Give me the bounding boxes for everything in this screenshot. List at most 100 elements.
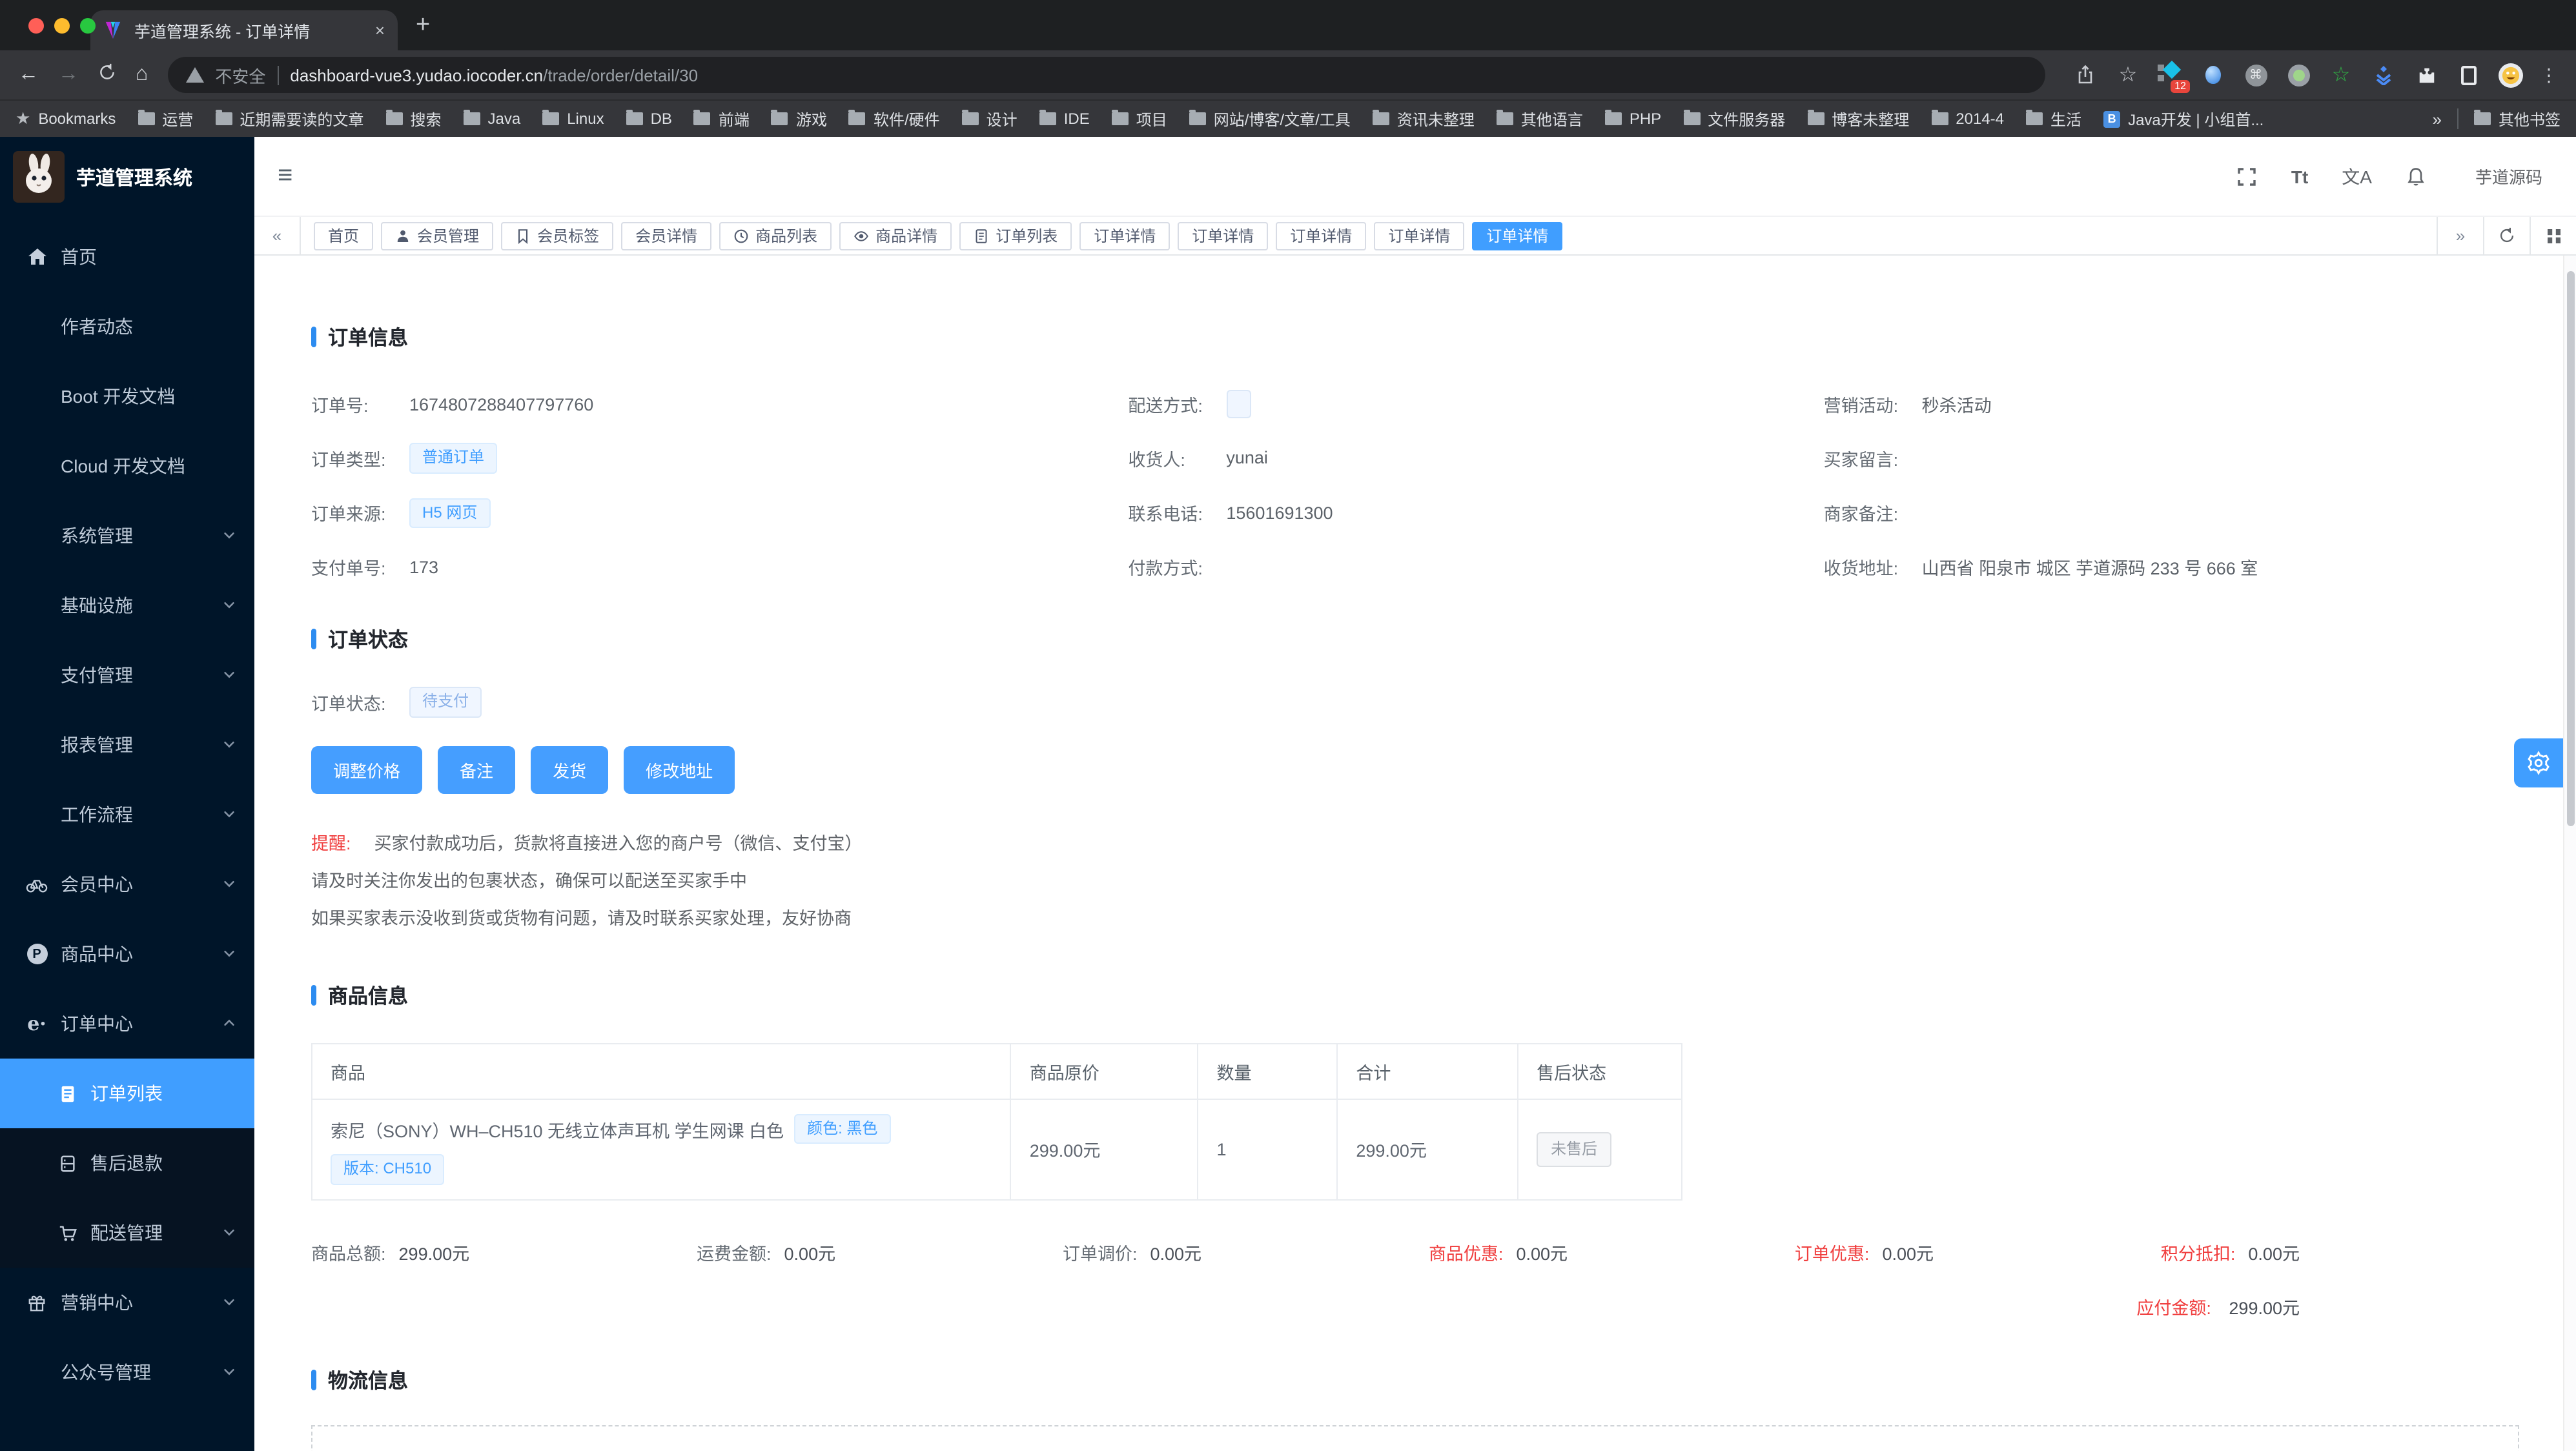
total-freight: 运费金额: 0.00元: [697, 1239, 835, 1265]
browser-menu-icon[interactable]: ⋮: [2540, 64, 2558, 86]
field-receiver: 收货人: yunai: [1128, 443, 1823, 473]
browser-tab[interactable]: 芋道管理系统 - 订单详情 ×: [90, 10, 398, 50]
page-tab-order-detail-4[interactable]: 订单详情: [1374, 221, 1465, 250]
sidebar-group-member-center[interactable]: 会员中心: [0, 849, 254, 919]
bell-icon[interactable]: [2406, 166, 2426, 187]
balloon-extension-icon[interactable]: [2200, 62, 2226, 88]
command-extension-icon[interactable]: ⌘: [2243, 62, 2269, 88]
new-tab-button[interactable]: +: [416, 11, 430, 39]
home-button[interactable]: ⌂: [136, 63, 148, 86]
page-tab-product-detail[interactable]: 商品详情: [839, 221, 952, 250]
forward-button[interactable]: →: [58, 63, 79, 86]
font-size-icon[interactable]: Tt: [2291, 166, 2308, 187]
folder-icon: [542, 110, 560, 125]
page-tab-order-detail-active[interactable]: 订单详情: [1472, 221, 1563, 250]
bookmark-folder[interactable]: Linux: [542, 110, 604, 128]
other-bookmarks-folder[interactable]: 其他书签: [2473, 108, 2561, 130]
bookmark-java[interactable]: B Java开发 | 小组首...: [2103, 108, 2264, 130]
sidebar-group-official-account[interactable]: 公众号管理: [0, 1337, 254, 1407]
tabs-scroll-left-icon[interactable]: «: [254, 217, 301, 254]
record-extension-icon[interactable]: [2285, 62, 2311, 88]
language-icon[interactable]: 文A: [2342, 163, 2372, 189]
ship-button[interactable]: 发货: [531, 746, 609, 794]
bookmark-folder[interactable]: 生活: [2026, 108, 2081, 130]
bookmark-folder[interactable]: 软件/硬件: [848, 108, 940, 130]
sidebar-item-aftersale-refund[interactable]: 售后退款: [0, 1128, 254, 1198]
chevrons-extension-icon[interactable]: [2371, 62, 2397, 88]
sidebar-group-product-center[interactable]: P 商品中心: [0, 919, 254, 989]
bookmarks-overflow-icon[interactable]: »: [2433, 109, 2442, 128]
content-scrollbar[interactable]: [2563, 256, 2576, 1451]
bookmark-folder[interactable]: IDE: [1039, 110, 1090, 128]
scrollbar-thumb[interactable]: [2566, 271, 2574, 826]
bookmark-folder[interactable]: Java: [463, 110, 520, 128]
bookmark-folder[interactable]: 其他语言: [1496, 108, 1583, 130]
security-label[interactable]: 不安全: [215, 63, 265, 87]
bookmark-folder[interactable]: DB: [626, 110, 672, 128]
page-tab-home[interactable]: 首页: [314, 221, 374, 250]
window-extension-icon[interactable]: [2456, 62, 2482, 88]
bookmarks-root[interactable]: ★ Bookmarks: [15, 108, 116, 129]
fullscreen-icon[interactable]: [2237, 166, 2258, 187]
bookmark-label: 博客未整理: [1832, 110, 1910, 128]
tab-close-icon[interactable]: ×: [375, 21, 385, 40]
bookmark-folder[interactable]: PHP: [1604, 110, 1661, 128]
extensions-puzzle-icon[interactable]: [2413, 62, 2439, 88]
reload-button[interactable]: [98, 63, 116, 87]
page-tab-member-tags[interactable]: 会员标签: [501, 221, 614, 250]
bookmark-folder[interactable]: 项目: [1111, 108, 1167, 130]
bookmark-folder[interactable]: 设计: [961, 108, 1017, 130]
sidebar-item-cloud-docs[interactable]: Cloud 开发文档: [0, 431, 254, 501]
user-menu[interactable]: 芋道源码: [2475, 164, 2542, 188]
page-tab-member-detail[interactable]: 会员详情: [621, 221, 712, 250]
bookmark-folder[interactable]: 资讯未整理: [1372, 108, 1475, 130]
zoom-window-button[interactable]: [80, 18, 96, 34]
remark-button[interactable]: 备注: [438, 746, 516, 794]
page-tab-order-detail-3[interactable]: 订单详情: [1276, 221, 1367, 250]
extension-diamond-icon[interactable]: 12: [2158, 60, 2190, 93]
url-text[interactable]: dashboard-vue3.yudao.iocoder.cn/trade/or…: [290, 65, 698, 85]
hamburger-icon[interactable]: ≡: [278, 161, 292, 191]
minimize-window-button[interactable]: [54, 18, 70, 34]
settings-gear-button[interactable]: [2514, 738, 2563, 787]
page-tab-member-mgmt[interactable]: 会员管理: [381, 221, 494, 250]
browser-profile-avatar[interactable]: [2499, 63, 2523, 87]
tabs-refresh-icon[interactable]: [2483, 217, 2530, 254]
edit-address-button[interactable]: 修改地址: [624, 746, 735, 794]
page-tab-order-detail-1[interactable]: 订单详情: [1079, 221, 1170, 250]
sidebar-group-infra[interactable]: 基础设施: [0, 571, 254, 640]
app-logo[interactable]: 芋道管理系统: [0, 137, 254, 217]
sidebar-group-system[interactable]: 系统管理: [0, 501, 254, 571]
bookmark-folder[interactable]: 搜索: [385, 108, 441, 130]
address-bar[interactable]: 不安全 dashboard-vue3.yudao.iocoder.cn/trad…: [167, 57, 2045, 93]
share-icon[interactable]: [2072, 62, 2098, 88]
bookmark-folder[interactable]: 文件服务器: [1683, 108, 1785, 130]
close-window-button[interactable]: [28, 18, 44, 34]
sidebar-group-order-center[interactable]: e· 订单中心: [0, 989, 254, 1059]
page-tab-order-list[interactable]: 订单列表: [959, 221, 1072, 250]
star-extension-icon[interactable]: ☆: [2328, 62, 2354, 88]
sidebar-item-author-news[interactable]: 作者动态: [0, 292, 254, 361]
sidebar-item-boot-docs[interactable]: Boot 开发文档: [0, 361, 254, 431]
page-tab-order-detail-2[interactable]: 订单详情: [1178, 221, 1269, 250]
sidebar-item-home[interactable]: 首页: [0, 222, 254, 292]
bookmark-folder[interactable]: 游戏: [771, 108, 827, 130]
bookmark-star-icon[interactable]: ☆: [2115, 62, 2141, 88]
tabs-layout-icon[interactable]: [2530, 217, 2576, 254]
sidebar-item-order-list[interactable]: 订单列表: [0, 1059, 254, 1128]
sidebar-group-report[interactable]: 报表管理: [0, 710, 254, 780]
page-tab-product-list[interactable]: 商品列表: [719, 221, 832, 250]
sidebar-group-payment[interactable]: 支付管理: [0, 640, 254, 710]
adjust-price-button[interactable]: 调整价格: [311, 746, 423, 794]
bookmark-folder[interactable]: 网站/博客/文章/工具: [1189, 108, 1351, 130]
sidebar-group-delivery[interactable]: 配送管理: [0, 1198, 254, 1268]
back-button[interactable]: ←: [18, 63, 39, 86]
bookmark-folder[interactable]: 前端: [693, 108, 750, 130]
bookmark-folder[interactable]: 2014-4: [1931, 110, 2004, 128]
bookmark-folder[interactable]: 近期需要读的文章: [215, 108, 363, 130]
sidebar-group-marketing[interactable]: 营销中心: [0, 1268, 254, 1337]
tabs-scroll-right-icon[interactable]: »: [2437, 217, 2483, 254]
sidebar-group-workflow[interactable]: 工作流程: [0, 780, 254, 849]
bookmark-folder[interactable]: 博客未整理: [1807, 108, 1909, 130]
bookmark-folder[interactable]: 运营: [138, 108, 193, 130]
